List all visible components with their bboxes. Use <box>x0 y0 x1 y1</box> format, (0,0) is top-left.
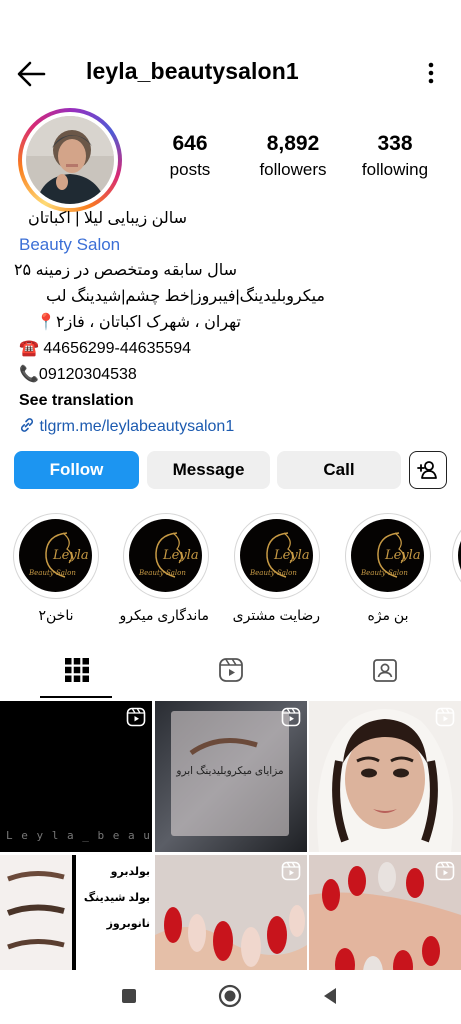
story-ring[interactable] <box>18 108 122 212</box>
tab-tagged[interactable] <box>308 642 461 698</box>
highlight-item[interactable]: Leyla Beauty Salon ماندگاری میکرو <box>119 513 210 624</box>
posts-label: posts <box>169 160 211 179</box>
profile-username: leyla_beautysalon1 <box>86 58 299 84</box>
bio-phone-2: 📞09120304538 <box>19 366 137 383</box>
highlight-label: ناخن۲ <box>38 607 74 623</box>
profile-avatar[interactable] <box>26 116 114 204</box>
highlight-logo-subtext: Beauty Salon <box>28 569 76 577</box>
bio-phone-1: ☎️ 44656299-44635594 <box>19 340 192 357</box>
salon-logo-icon: Leyla Beauty Salon <box>138 532 199 578</box>
followers-label: followers <box>259 160 327 179</box>
highlight-item-partial[interactable] <box>452 513 461 599</box>
more-vertical-icon <box>428 62 434 84</box>
suggested-users-button[interactable] <box>409 451 447 489</box>
reel-indicator-icon <box>435 861 455 881</box>
post-caption: L e y l a _ b e a u t y <box>6 829 152 842</box>
external-link[interactable]: tlgrm.me/leylabeautysalon1 <box>19 414 449 440</box>
tab-posts-grid[interactable] <box>0 642 154 698</box>
square-icon <box>122 989 136 1003</box>
system-back-button[interactable] <box>318 984 342 1008</box>
bio-line-3: تهران ، شهرک اکباتان ، فاز۲📍 <box>36 314 241 331</box>
salon-logo-icon: Leyla Beauty Salon <box>249 532 310 578</box>
posts-grid: L e y l a _ b e a u t y مزایای میکروبلید… <box>0 701 461 1006</box>
home-button[interactable] <box>218 984 242 1008</box>
grid-icon <box>65 658 89 682</box>
active-tab-indicator <box>40 696 112 698</box>
post-text-line: بولد شیدینگ <box>83 892 150 904</box>
post-text-line: بولدبرو <box>110 866 150 878</box>
post-text-line: نانوبروز <box>106 918 150 930</box>
posts-count: 646 <box>172 132 208 155</box>
highlight-logo-text: Leyla <box>273 548 310 563</box>
following-count: 338 <box>377 132 413 155</box>
highlight-item[interactable]: Leyla Beauty Salon ناخن۲ <box>13 513 99 624</box>
post-thumbnail[interactable] <box>309 701 461 852</box>
message-button[interactable]: Message <box>147 451 270 489</box>
salon-logo-icon: Leyla Beauty Salon <box>28 532 89 578</box>
tagged-icon <box>373 659 397 682</box>
link-text: tlgrm.me/leylabeautysalon1 <box>39 418 235 435</box>
more-options-button[interactable] <box>423 58 439 88</box>
post-thumbnail[interactable]: L e y l a _ b e a u t y <box>0 701 152 852</box>
profile-category: Beauty Salon <box>19 235 121 254</box>
profile-tabs <box>0 642 461 700</box>
home-circle-icon <box>218 984 242 1008</box>
highlight-logo-subtext: Beauty Salon <box>249 569 297 577</box>
followers-count: 8,892 <box>266 132 320 155</box>
reel-indicator-icon <box>281 861 301 881</box>
following-label: following <box>361 160 429 179</box>
arrow-left-icon <box>17 61 46 87</box>
follow-button[interactable]: Follow <box>14 451 139 489</box>
highlight-logo-text: Leyla <box>162 548 199 563</box>
profile-header: leyla_beautysalon1 <box>0 48 461 100</box>
bio-line-1: سال سابقه ومتخصص در زمینه ۲۵ <box>13 262 237 279</box>
back-button[interactable] <box>14 58 50 90</box>
highlight-logo-text: Leyla <box>384 548 421 563</box>
following-stat[interactable]: 338 following <box>355 132 435 180</box>
highlight-logo-subtext: Beauty Salon <box>138 569 186 577</box>
bio-line-2: میکروبلیدینگ|فیبروز|خط چشم|شیدینگ لب <box>45 288 325 305</box>
profile-name: سالن زیبایی لیلا | اکباتان <box>27 210 187 227</box>
highlight-label: بن مژه <box>367 607 409 623</box>
reel-indicator-icon <box>435 707 455 727</box>
call-button[interactable]: Call <box>277 451 401 489</box>
post-caption: مزایای میکروبلیدینگ ابرو <box>176 765 284 777</box>
reel-indicator-icon <box>126 707 146 727</box>
salon-logo-icon: Leyla Beauty Salon <box>360 532 421 578</box>
highlight-logo-text: Leyla <box>52 548 89 563</box>
post-thumbnail[interactable]: مزایای میکروبلیدینگ ابرو <box>155 701 307 852</box>
triangle-back-icon <box>324 988 336 1004</box>
followers-stat[interactable]: 8,892 followers <box>252 132 334 180</box>
reels-icon <box>219 658 243 682</box>
add-user-icon <box>417 461 437 479</box>
highlight-logo-subtext: Beauty Salon <box>360 569 408 577</box>
tab-reels[interactable] <box>154 642 308 698</box>
highlight-label: ماندگاری میکرو <box>119 607 210 623</box>
system-navigation-bar <box>0 970 461 1024</box>
posts-stat[interactable]: 646 posts <box>165 132 215 180</box>
profile-bio: سالن زیبایی لیلا | اکباتان Beauty Salon … <box>13 206 449 440</box>
highlight-item[interactable]: Leyla Beauty Salon رضایت مشتری <box>232 513 320 624</box>
recent-apps-button[interactable] <box>117 984 141 1008</box>
link-icon <box>20 418 34 432</box>
see-translation-link[interactable]: See translation <box>19 388 449 414</box>
highlight-item[interactable]: Leyla Beauty Salon بن مژه <box>345 513 431 624</box>
reel-indicator-icon <box>281 707 301 727</box>
highlight-label: رضایت مشتری <box>232 607 320 623</box>
